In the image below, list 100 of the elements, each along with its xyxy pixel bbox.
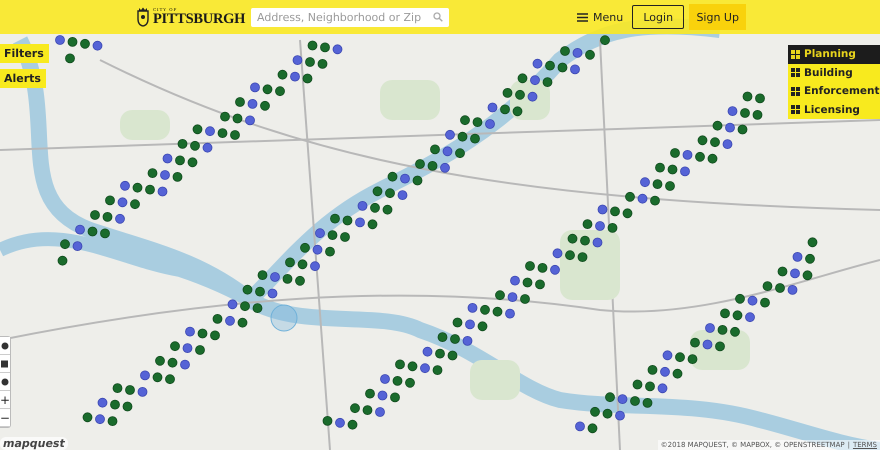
map-marker[interactable] — [648, 365, 658, 375]
map-marker[interactable] — [370, 202, 380, 213]
map-marker[interactable] — [638, 194, 648, 204]
map-marker[interactable] — [158, 186, 168, 196]
map-marker[interactable] — [762, 281, 772, 291]
map-marker[interactable] — [90, 210, 100, 220]
map-marker[interactable] — [610, 206, 620, 216]
map-marker[interactable] — [292, 55, 302, 65]
map-marker[interactable] — [730, 326, 740, 337]
map-marker[interactable] — [245, 116, 255, 126]
map-marker[interactable] — [790, 268, 800, 278]
map-marker[interactable] — [658, 383, 668, 394]
map-marker[interactable] — [195, 345, 205, 355]
panel-toggle-button[interactable]: Filters — [0, 44, 49, 63]
map-marker[interactable] — [438, 332, 448, 342]
map-marker[interactable] — [415, 159, 425, 169]
map-marker[interactable] — [308, 40, 318, 50]
map-marker[interactable] — [742, 92, 752, 102]
map-marker[interactable] — [805, 254, 815, 264]
map-marker[interactable] — [518, 73, 528, 84]
map-marker[interactable] — [755, 94, 765, 104]
map-marker[interactable] — [102, 212, 112, 222]
map-marker[interactable] — [708, 154, 718, 164]
map-marker[interactable] — [98, 398, 108, 408]
map-marker[interactable] — [355, 218, 365, 228]
map-marker[interactable] — [362, 405, 372, 415]
map-marker[interactable] — [682, 150, 692, 160]
menu-button[interactable]: Menu — [573, 10, 628, 24]
map-marker[interactable] — [235, 97, 245, 107]
map-marker[interactable] — [735, 294, 745, 304]
map-marker[interactable] — [488, 102, 498, 112]
map-marker[interactable] — [130, 199, 140, 210]
map-marker[interactable] — [570, 64, 580, 74]
map-marker[interactable] — [715, 342, 725, 352]
map-marker[interactable] — [690, 338, 700, 348]
map-marker[interactable] — [585, 50, 595, 60]
map-marker[interactable] — [300, 242, 310, 253]
map-marker[interactable] — [455, 148, 465, 158]
map-marker[interactable] — [640, 177, 650, 188]
map-marker[interactable] — [80, 38, 90, 49]
map-marker[interactable] — [435, 348, 445, 358]
map-marker[interactable] — [630, 396, 640, 406]
map-marker[interactable] — [100, 228, 110, 238]
map-marker[interactable] — [702, 340, 712, 350]
map-marker[interactable] — [422, 346, 432, 357]
layer-tab[interactable]: Licensing — [788, 100, 880, 119]
map-marker[interactable] — [160, 170, 170, 180]
map-marker[interactable] — [582, 219, 592, 229]
map-marker[interactable] — [512, 106, 522, 116]
map-marker[interactable] — [332, 44, 342, 54]
map-marker[interactable] — [450, 334, 460, 344]
map-marker[interactable] — [82, 412, 92, 422]
map-marker[interactable] — [808, 237, 818, 248]
map-marker[interactable] — [132, 182, 142, 193]
map-marker[interactable] — [255, 286, 265, 296]
map-marker[interactable] — [760, 298, 770, 308]
map-marker[interactable] — [55, 35, 65, 45]
map-marker[interactable] — [660, 366, 670, 377]
map-marker[interactable] — [668, 164, 678, 174]
map-marker[interactable] — [145, 184, 155, 194]
map-marker[interactable] — [225, 316, 235, 326]
map-marker[interactable] — [452, 318, 462, 328]
map-marker[interactable] — [445, 130, 455, 140]
map-marker[interactable] — [205, 126, 215, 136]
map-marker[interactable] — [110, 400, 120, 410]
map-marker[interactable] — [365, 388, 375, 398]
map-marker[interactable] — [675, 352, 685, 362]
map-marker[interactable] — [310, 261, 320, 272]
map-marker[interactable] — [602, 408, 612, 419]
map-marker[interactable] — [322, 416, 332, 426]
map-marker[interactable] — [282, 274, 292, 284]
map-marker[interactable] — [68, 37, 78, 47]
map-marker[interactable] — [165, 374, 175, 384]
map-marker[interactable] — [792, 252, 802, 262]
map-marker[interactable] — [732, 310, 742, 320]
map-marker[interactable] — [218, 128, 228, 138]
map-marker[interactable] — [238, 318, 248, 328]
map-marker[interactable] — [318, 59, 328, 69]
map-marker[interactable] — [510, 276, 520, 286]
map-marker[interactable] — [375, 407, 385, 417]
map-marker[interactable] — [478, 321, 488, 332]
map-marker[interactable] — [578, 252, 588, 262]
map-marker[interactable] — [148, 168, 158, 178]
map-marker[interactable] — [298, 259, 308, 270]
map-marker[interactable] — [190, 140, 200, 151]
map-marker[interactable] — [485, 119, 495, 129]
map-marker[interactable] — [232, 114, 242, 124]
map-marker[interactable] — [430, 144, 440, 154]
map-marker[interactable] — [712, 120, 722, 131]
map-marker[interactable] — [380, 374, 390, 384]
map-marker[interactable] — [285, 258, 295, 268]
map-marker[interactable] — [590, 406, 600, 417]
map-marker[interactable] — [212, 314, 222, 324]
map-marker[interactable] — [572, 48, 582, 58]
map-marker[interactable] — [580, 236, 590, 246]
map-marker[interactable] — [302, 74, 312, 84]
map-marker[interactable] — [672, 368, 682, 379]
map-marker[interactable] — [295, 276, 305, 286]
map-marker[interactable] — [305, 57, 315, 67]
map-marker[interactable] — [330, 214, 340, 224]
